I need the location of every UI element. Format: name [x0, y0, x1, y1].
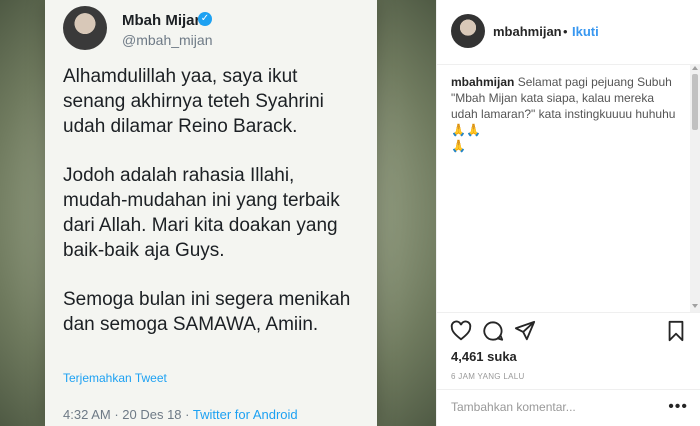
likes-count[interactable]: 4,461 suka	[451, 349, 517, 364]
meta-separator: ·	[181, 407, 193, 422]
comments-scrollbar[interactable]	[690, 64, 700, 312]
tweet-avatar	[63, 6, 107, 50]
caption-username[interactable]: mbahmijan	[451, 75, 514, 89]
verified-badge-icon: ✓	[198, 12, 212, 26]
tweet-source: Twitter for Android	[192, 407, 298, 422]
scroll-down-arrow-icon[interactable]	[692, 304, 698, 308]
meta-separator: ·	[110, 407, 123, 422]
comment-icon[interactable]	[482, 320, 504, 342]
caption-extra: 🙏	[451, 139, 466, 153]
tweet-paragraph: Jodoh adalah rahasia Illahi, mudah-mudah…	[63, 165, 340, 261]
profile-username[interactable]: mbahmijan	[493, 24, 562, 39]
scroll-thumb[interactable]	[692, 74, 698, 130]
comment-input[interactable]: Tambahkan komentar...	[451, 400, 576, 414]
tweet-paragraph: Alhamdulillah yaa, saya ikut senang akhi…	[63, 66, 324, 137]
tweet-handle: @mbah_mijan	[122, 32, 213, 48]
tweet-body: Alhamdulillah yaa, saya ikut senang akhi…	[63, 64, 373, 361]
post-caption: mbahmijan Selamat pagi pejuang Subuh "Mb…	[451, 74, 683, 154]
tweet-meta: 4:32 AM · 20 Des 18 · Twitter for Androi…	[63, 407, 298, 422]
more-options-icon[interactable]: •••	[668, 398, 688, 416]
follow-button[interactable]: Ikuti	[572, 24, 599, 39]
post-timestamp: 6 JAM YANG LALU	[451, 372, 525, 381]
tweet-paragraph: Semoga bulan ini segera menikah dan semo…	[63, 289, 351, 335]
translate-tweet-link: Terjemahkan Tweet	[63, 371, 167, 385]
post-sidebar: mbahmijan • Ikuti mbahmijan Selamat pagi…	[436, 0, 700, 426]
share-icon[interactable]	[514, 320, 536, 342]
profile-avatar[interactable]	[451, 14, 485, 48]
tweet-display-name: Mbah Mijan	[122, 12, 204, 29]
header-dot: •	[563, 24, 568, 39]
divider	[437, 389, 700, 390]
bookmark-icon[interactable]	[665, 320, 687, 342]
scroll-up-arrow-icon[interactable]	[692, 66, 698, 70]
tweet-time: 4:32 AM	[63, 407, 111, 422]
heart-icon[interactable]	[450, 320, 472, 342]
divider	[437, 312, 700, 313]
post-image: Mbah Mijan ✓ @mbah_mijan Alhamdulillah y…	[0, 0, 436, 426]
tweet-date: 20 Des 18	[122, 407, 182, 422]
tweet-screenshot: Mbah Mijan ✓ @mbah_mijan Alhamdulillah y…	[45, 0, 377, 426]
post-header: mbahmijan • Ikuti	[437, 0, 700, 65]
